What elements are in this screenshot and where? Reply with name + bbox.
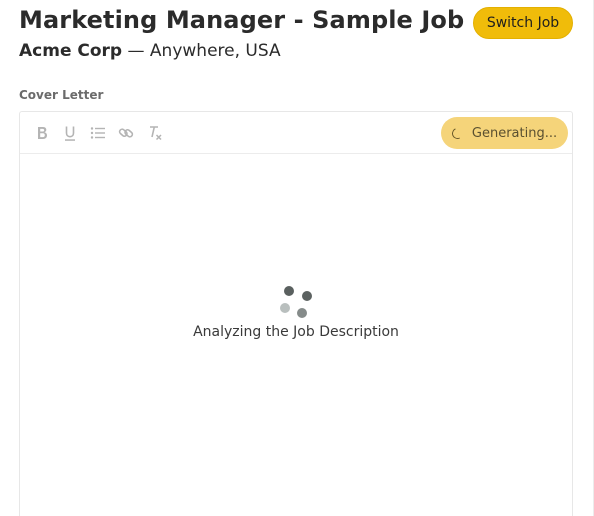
generating-spinner-icon: [450, 125, 465, 141]
cover-letter-editor[interactable]: Generating... Analyzing the Job Descript…: [19, 111, 573, 516]
underline-button[interactable]: [59, 123, 81, 143]
company-separator: —: [122, 41, 150, 61]
clear-formatting-button[interactable]: [144, 123, 166, 143]
job-location: Anywhere, USA: [149, 41, 281, 61]
editor-toolbar: Generating...: [20, 112, 572, 154]
loading-status-text: Analyzing the Job Description: [193, 324, 399, 340]
generate-button-label: Generating...: [471, 125, 558, 141]
bulleted-list-icon: [90, 127, 105, 139]
loader-dot: [302, 291, 312, 301]
job-title: Marketing Manager - Sample Job: [19, 6, 465, 34]
loader-dot: [280, 303, 290, 313]
cover-letter-page: Marketing Manager - Sample Job Acme Corp…: [0, 0, 594, 516]
company-location: Acme Corp — Anywhere, USA: [19, 41, 281, 61]
bold-button[interactable]: [31, 123, 53, 143]
switch-job-button[interactable]: Switch Job: [473, 7, 573, 39]
cover-letter-label: Cover Letter: [19, 88, 104, 102]
clear-formatting-icon: [150, 126, 162, 141]
link-button[interactable]: [115, 123, 137, 143]
loader-dot: [297, 308, 307, 318]
bold-icon: [38, 127, 47, 139]
loader-dot: [284, 286, 294, 296]
loading-spinner-icon: [278, 284, 314, 320]
link-icon: [118, 128, 134, 138]
generate-button[interactable]: Generating...: [441, 117, 568, 149]
underline-icon: [65, 126, 75, 141]
bulleted-list-button[interactable]: [87, 123, 109, 143]
company-name: Acme Corp: [19, 41, 123, 61]
